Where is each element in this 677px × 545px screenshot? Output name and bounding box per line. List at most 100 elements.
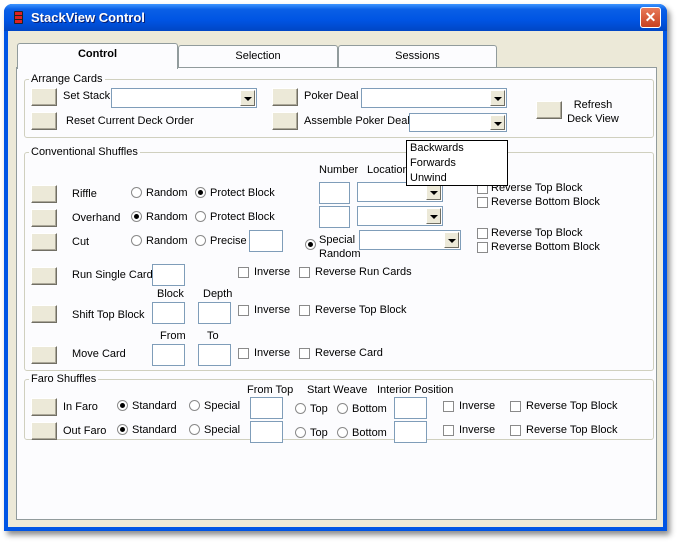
refresh-deck-view-label: Refresh Deck View <box>567 99 619 125</box>
poker-deal-button[interactable] <box>272 88 298 106</box>
in-faro-reverse-top-block-checkbox[interactable] <box>510 401 521 412</box>
reverse-run-cards-checkbox[interactable] <box>299 267 310 278</box>
cut-reverse-top-block-label: Reverse Top Block <box>491 227 583 239</box>
in-faro-from-top-input[interactable] <box>250 397 283 419</box>
window-title: StackView Control <box>31 10 145 25</box>
reset-deck-button[interactable] <box>31 112 57 130</box>
chevron-down-icon[interactable] <box>426 208 441 224</box>
set-stack-combo[interactable] <box>111 88 257 108</box>
cut-special-random-combo[interactable] <box>359 230 461 250</box>
set-stack-button[interactable] <box>31 88 57 106</box>
move-from-input[interactable] <box>152 344 185 366</box>
from-header: From <box>160 330 186 342</box>
overhand-label: Overhand <box>72 212 121 224</box>
tab-sessions[interactable]: Sessions <box>338 45 497 68</box>
close-button[interactable]: ✕ <box>640 7 661 28</box>
out-faro-from-top-input[interactable] <box>250 421 283 443</box>
shift-top-block-button[interactable] <box>31 305 57 323</box>
shift-top-block-label: Shift Top Block <box>72 309 145 321</box>
faro-shuffles-legend: Faro Shuffles <box>31 373 97 385</box>
in-faro-inverse-checkbox[interactable] <box>443 401 454 412</box>
special-random-radio[interactable] <box>305 239 316 250</box>
overhand-number-input[interactable] <box>319 206 350 228</box>
overhand-protect-block-radio[interactable] <box>195 211 206 222</box>
poker-deal-combo[interactable] <box>361 88 507 108</box>
out-faro-special-radio[interactable] <box>189 424 200 435</box>
out-faro-top-radio[interactable] <box>295 427 306 438</box>
shift-reverse-top-block-checkbox[interactable] <box>299 305 310 316</box>
in-faro-bottom-radio[interactable] <box>337 403 348 414</box>
in-faro-standard-label: Standard <box>132 400 177 412</box>
dropdown-option-forwards[interactable]: Forwards <box>407 156 507 171</box>
move-inverse-label: Inverse <box>254 347 291 359</box>
out-faro-standard-radio[interactable] <box>117 424 128 435</box>
out-faro-inverse-checkbox[interactable] <box>443 425 454 436</box>
tab-control[interactable]: Control <box>17 43 178 69</box>
cut-random-radio[interactable] <box>131 235 142 246</box>
shift-reverse-top-block-label: Reverse Top Block <box>315 304 407 316</box>
riffle-reverse-bottom-block-label: Reverse Bottom Block <box>491 196 600 208</box>
run-single-cards-button[interactable] <box>31 267 57 285</box>
client-area: Control Selection Sessions Arrange Cards… <box>8 31 663 527</box>
refresh-deck-view-button[interactable] <box>536 101 562 119</box>
run-inverse-label: Inverse <box>254 266 291 278</box>
out-faro-bottom-radio[interactable] <box>337 427 348 438</box>
riffle-number-input[interactable] <box>319 182 350 204</box>
chevron-down-icon[interactable] <box>490 115 505 130</box>
in-faro-standard-radio[interactable] <box>117 400 128 411</box>
chevron-down-icon[interactable] <box>426 184 441 200</box>
overhand-button[interactable] <box>31 209 57 227</box>
assemble-poker-deal-button[interactable] <box>272 112 298 130</box>
riffle-button[interactable] <box>31 185 57 203</box>
overhand-location-combo[interactable] <box>357 206 443 226</box>
reverse-run-cards-label: Reverse Run Cards <box>315 266 412 278</box>
poker-deal-label: Poker Deal <box>304 90 359 102</box>
move-card-button[interactable] <box>31 346 57 364</box>
out-faro-button[interactable] <box>31 422 57 440</box>
dropdown-option-unwind[interactable]: Unwind <box>407 171 507 186</box>
in-faro-button[interactable] <box>31 398 57 416</box>
chevron-down-icon[interactable] <box>490 90 505 106</box>
shift-inverse-checkbox[interactable] <box>238 305 249 316</box>
window: StackView Control ✕ Control Selection Se… <box>4 4 667 531</box>
chevron-down-icon[interactable] <box>444 232 459 248</box>
shift-depth-input[interactable] <box>198 302 231 324</box>
cut-random-label: Random <box>146 235 188 247</box>
tab-selection[interactable]: Selection <box>178 45 338 68</box>
out-faro-top-label: Top <box>310 427 328 439</box>
special-random-label: Special Random <box>319 234 361 260</box>
riffle-reverse-bottom-block-checkbox[interactable] <box>477 197 488 208</box>
assemble-poker-deal-label: Assemble Poker Deal <box>304 115 410 127</box>
reset-deck-label: Reset Current Deck Order <box>66 115 194 127</box>
out-faro-interior-input[interactable] <box>394 421 427 443</box>
in-faro-special-radio[interactable] <box>189 400 200 411</box>
cut-precise-label: Precise <box>210 235 247 247</box>
cut-button[interactable] <box>31 233 57 251</box>
shift-block-input[interactable] <box>152 302 185 324</box>
run-inverse-checkbox[interactable] <box>238 267 249 278</box>
chevron-down-icon[interactable] <box>240 90 255 106</box>
riffle-random-radio[interactable] <box>131 187 142 198</box>
arrange-cards-legend: Arrange Cards <box>31 73 103 85</box>
assemble-direction-combo[interactable] <box>409 113 507 132</box>
run-single-cards-input[interactable] <box>152 264 185 286</box>
dropdown-option-backwards[interactable]: Backwards <box>407 141 507 156</box>
in-faro-top-radio[interactable] <box>295 403 306 414</box>
cut-precise-radio[interactable] <box>195 235 206 246</box>
cut-reverse-top-block-checkbox[interactable] <box>477 228 488 239</box>
move-to-input[interactable] <box>198 344 231 366</box>
cut-reverse-bottom-block-checkbox[interactable] <box>477 242 488 253</box>
set-stack-label: Set Stack <box>63 90 111 102</box>
out-faro-special-label: Special <box>204 424 241 436</box>
cut-label: Cut <box>72 236 90 248</box>
cut-precise-input[interactable] <box>249 230 283 252</box>
out-faro-reverse-top-block-checkbox[interactable] <box>510 425 521 436</box>
overhand-random-radio[interactable] <box>131 211 142 222</box>
in-faro-interior-input[interactable] <box>394 397 427 419</box>
number-header: Number <box>319 164 359 176</box>
move-inverse-checkbox[interactable] <box>238 348 249 359</box>
riffle-protect-block-radio[interactable] <box>195 187 206 198</box>
start-weave-header: Start Weave <box>307 384 368 396</box>
cut-reverse-bottom-block-label: Reverse Bottom Block <box>491 241 600 253</box>
reverse-card-checkbox[interactable] <box>299 348 310 359</box>
